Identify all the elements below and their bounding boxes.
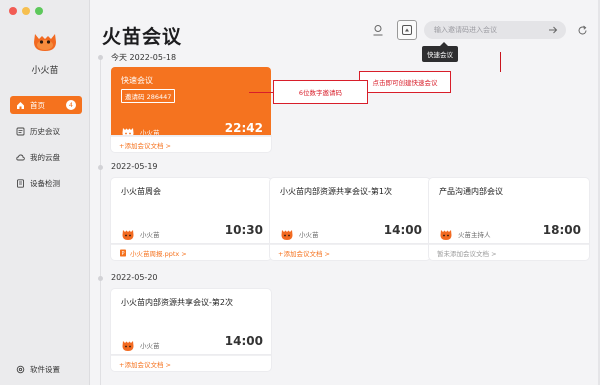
date-header: 2022-05-19 — [111, 162, 158, 171]
no-document-note: 暂未添加会议文档 > — [429, 244, 589, 260]
zoom-window-button[interactable] — [35, 7, 43, 15]
add-document-link[interactable]: +添加会议文档 > — [270, 244, 430, 260]
meeting-time: 10:30 — [224, 223, 263, 237]
host-name: 小火苗 — [140, 231, 160, 239]
meeting-time: 18:00 — [542, 223, 581, 237]
join-meeting-button[interactable] — [371, 23, 385, 37]
invite-code-input[interactable] — [434, 26, 534, 34]
minimize-window-button[interactable] — [22, 7, 30, 15]
host-avatar-icon — [122, 341, 134, 351]
meeting-title: 产品沟通内部会议 — [439, 187, 503, 196]
add-document-link[interactable]: +添加会议文档 > — [111, 355, 271, 371]
meeting-title: 小火苗内部资源共享会议-第2次 — [121, 298, 233, 307]
document-link[interactable]: P 小火苗周报.pptx > — [111, 244, 271, 260]
sidebar-nav: 首页 4 历史会议 我的云盘 设备检测 — [10, 96, 82, 200]
meeting-time: 14:00 — [224, 334, 263, 348]
window-controls — [9, 7, 43, 15]
annotation-invite-code: 6位数字邀请码 — [273, 80, 368, 104]
meeting-time: 22:42 — [224, 121, 263, 135]
date-header: 今天 2022-05-18 — [111, 53, 177, 62]
page-title: 火苗会议 — [102, 26, 183, 48]
refresh-icon — [578, 25, 586, 34]
host-avatar-icon — [122, 230, 134, 240]
history-icon — [16, 127, 25, 136]
timeline-dot — [98, 276, 103, 281]
timeline-dot — [98, 55, 103, 60]
notification-badge: 4 — [66, 100, 76, 110]
sidebar-item-label: 历史会议 — [30, 126, 60, 136]
footer-label: 小火苗周报.pptx > — [130, 249, 187, 258]
quick-meeting-tooltip: 快速会议 — [422, 42, 458, 62]
footer-label: +添加会议文档 > — [119, 141, 171, 150]
quick-meeting-icon — [402, 25, 412, 35]
annotation-connector — [500, 52, 501, 72]
timeline-line — [100, 55, 101, 385]
user-icon — [373, 25, 383, 36]
gear-icon — [16, 365, 25, 374]
meeting-title: 快速会议 — [121, 76, 153, 85]
host-name: 小火苗 — [299, 231, 319, 239]
meeting-host: 小火苗 — [280, 227, 319, 241]
meeting-card[interactable]: 小火苗内部资源共享会议-第1次 小火苗 14:00 — [270, 178, 430, 250]
refresh-button[interactable] — [575, 23, 589, 37]
sidebar-item-label: 我的云盘 — [30, 152, 60, 162]
app-name: 小火苗 — [31, 66, 59, 76]
sidebar-item-device-check[interactable]: 设备检测 — [10, 174, 82, 192]
invite-code-search — [424, 21, 566, 39]
meeting-title: 小火苗周会 — [121, 187, 161, 196]
settings-button[interactable]: 软件设置 — [16, 364, 60, 375]
sidebar-item-label: 首页 — [30, 100, 45, 110]
add-document-link[interactable]: +添加会议文档 > — [111, 136, 271, 152]
sidebar: 小火苗 首页 4 历史会议 我的云盘 设备检测 软件设置 — [0, 0, 90, 385]
cloud-icon — [16, 153, 25, 162]
invite-code: 邀请码 286447 — [121, 89, 176, 103]
footer-label: +添加会议文档 > — [278, 249, 330, 258]
meeting-card[interactable]: 小火苗周会 小火苗 10:30 — [111, 178, 271, 250]
meeting-time: 14:00 — [383, 223, 422, 237]
annotation-create-meeting: 点击即可创建快速会议 — [359, 71, 451, 93]
app-logo-icon — [34, 34, 56, 51]
meeting-host: 火苗主持人 — [439, 227, 491, 241]
footer-label: 暂未添加会议文档 > — [437, 249, 497, 258]
ppt-file-icon: P — [120, 249, 126, 257]
meeting-host: 小火苗 — [121, 338, 160, 352]
settings-label: 软件设置 — [30, 365, 60, 374]
device-icon — [16, 178, 25, 188]
date-header: 2022-05-20 — [111, 273, 158, 282]
meeting-card[interactable]: 小火苗内部资源共享会议-第2次 小火苗 14:00 — [111, 289, 271, 361]
annotation-connector — [249, 92, 273, 93]
footer-label: +添加会议文档 > — [119, 360, 171, 369]
main-content: 火苗会议 快速会议 点击即可创建快速会议 今天 2022-05-18 快速会议 … — [91, 0, 600, 385]
host-name: 火苗主持人 — [458, 231, 491, 239]
sidebar-item-cloud[interactable]: 我的云盘 — [10, 148, 82, 166]
arrow-right-icon[interactable] — [548, 25, 558, 35]
svg-text:P: P — [121, 251, 124, 257]
close-window-button[interactable] — [9, 7, 17, 15]
host-avatar-icon — [440, 230, 452, 240]
sidebar-item-label: 设备检测 — [30, 178, 60, 188]
host-avatar-icon — [281, 230, 293, 240]
host-name: 小火苗 — [140, 342, 160, 350]
home-icon — [16, 101, 25, 110]
sidebar-item-home[interactable]: 首页 4 — [10, 96, 82, 114]
quick-meeting-button[interactable] — [397, 20, 417, 40]
timeline-dot — [98, 165, 103, 170]
meeting-card[interactable]: 产品沟通内部会议 火苗主持人 18:00 — [429, 178, 589, 250]
sidebar-item-history[interactable]: 历史会议 — [10, 122, 82, 140]
meeting-host: 小火苗 — [121, 227, 160, 241]
meeting-title: 小火苗内部资源共享会议-第1次 — [280, 187, 392, 196]
